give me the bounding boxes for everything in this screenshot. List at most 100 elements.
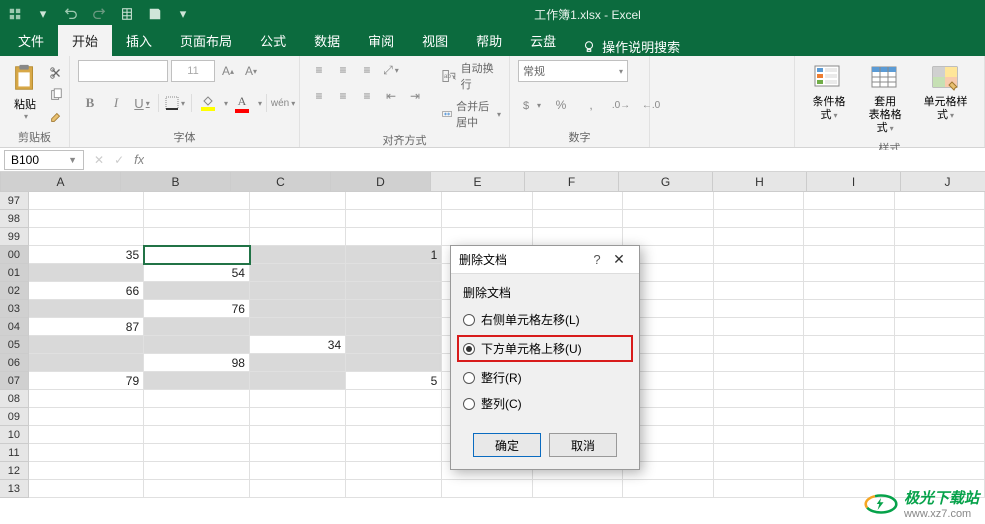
- radio-entire-row[interactable]: 整行(R): [463, 367, 627, 388]
- row-header[interactable]: 06: [0, 354, 29, 372]
- cell[interactable]: [804, 246, 894, 264]
- cell[interactable]: [250, 192, 346, 210]
- align-left-button[interactable]: ≡: [308, 86, 330, 106]
- cell[interactable]: 76: [144, 300, 250, 318]
- cell[interactable]: [250, 318, 346, 336]
- cell[interactable]: 5: [346, 372, 442, 390]
- cell[interactable]: 1: [346, 246, 442, 264]
- row-header[interactable]: 99: [0, 228, 29, 246]
- cell[interactable]: [250, 228, 346, 246]
- cell[interactable]: [250, 426, 346, 444]
- cell[interactable]: [895, 264, 985, 282]
- cell[interactable]: [144, 282, 250, 300]
- tell-me-search[interactable]: 操作说明搜索: [570, 37, 692, 56]
- dialog-help-button[interactable]: ?: [587, 252, 607, 267]
- decrease-indent-button[interactable]: ⇤: [380, 86, 402, 106]
- row-header[interactable]: 09: [0, 408, 29, 426]
- cell[interactable]: [442, 228, 532, 246]
- cell[interactable]: [29, 228, 144, 246]
- cell[interactable]: [29, 264, 144, 282]
- column-header[interactable]: G: [619, 172, 713, 191]
- cell[interactable]: 87: [29, 318, 144, 336]
- font-name-input[interactable]: [78, 60, 168, 82]
- font-size-input[interactable]: [171, 60, 215, 82]
- cell[interactable]: [29, 336, 144, 354]
- cell[interactable]: [346, 228, 442, 246]
- cell[interactable]: [533, 210, 623, 228]
- cell[interactable]: [895, 444, 985, 462]
- cell[interactable]: [29, 462, 144, 480]
- cell[interactable]: [250, 444, 346, 462]
- new-sheet-icon[interactable]: [116, 3, 138, 25]
- cell[interactable]: [144, 318, 250, 336]
- cell[interactable]: [250, 210, 346, 228]
- cell[interactable]: [346, 426, 442, 444]
- cell[interactable]: [623, 480, 713, 498]
- fill-color-button[interactable]: [196, 95, 220, 111]
- cell[interactable]: [144, 192, 250, 210]
- phonetic-button[interactable]: wén▾: [271, 92, 295, 114]
- cell[interactable]: [804, 228, 894, 246]
- tab-formula[interactable]: 公式: [246, 25, 300, 56]
- column-header[interactable]: J: [901, 172, 985, 191]
- cell[interactable]: 66: [29, 282, 144, 300]
- row-header[interactable]: 01: [0, 264, 29, 282]
- align-right-button[interactable]: ≡: [356, 86, 378, 106]
- cell[interactable]: [714, 426, 804, 444]
- column-header[interactable]: I: [807, 172, 901, 191]
- cell[interactable]: [29, 390, 144, 408]
- row-header[interactable]: 05: [0, 336, 29, 354]
- cell[interactable]: [346, 408, 442, 426]
- row-header[interactable]: 13: [0, 480, 29, 498]
- number-format-select[interactable]: 常规 ▾: [518, 60, 628, 82]
- cell[interactable]: [144, 462, 250, 480]
- underline-button[interactable]: U▾: [130, 92, 154, 114]
- cell[interactable]: [623, 210, 713, 228]
- tab-insert[interactable]: 插入: [112, 25, 166, 56]
- cell[interactable]: [714, 246, 804, 264]
- paste-button[interactable]: 粘贴 ▾: [8, 60, 42, 123]
- cell[interactable]: [804, 444, 894, 462]
- radio-entire-col[interactable]: 整列(C): [463, 393, 627, 414]
- tab-help[interactable]: 帮助: [462, 25, 516, 56]
- cell[interactable]: [804, 264, 894, 282]
- cell[interactable]: [442, 192, 532, 210]
- cell[interactable]: [144, 210, 250, 228]
- cell[interactable]: [804, 408, 894, 426]
- chevron-down-icon[interactable]: ▾: [32, 3, 54, 25]
- cell[interactable]: [895, 390, 985, 408]
- cell[interactable]: [804, 336, 894, 354]
- cell[interactable]: 54: [144, 264, 250, 282]
- row-header[interactable]: 07: [0, 372, 29, 390]
- cell[interactable]: [250, 408, 346, 426]
- column-header[interactable]: H: [713, 172, 807, 191]
- cell[interactable]: [250, 264, 346, 282]
- app-menu-icon[interactable]: [4, 3, 26, 25]
- tab-home[interactable]: 开始: [58, 25, 112, 56]
- save-icon[interactable]: [144, 3, 166, 25]
- cell[interactable]: [714, 372, 804, 390]
- radio-shift-up[interactable]: 下方单元格上移(U): [457, 335, 633, 362]
- redo-icon[interactable]: [88, 3, 110, 25]
- fx-button[interactable]: fx: [134, 152, 144, 167]
- cell[interactable]: [714, 192, 804, 210]
- tab-cloud[interactable]: 云盘: [516, 25, 570, 56]
- cell[interactable]: 34: [250, 336, 346, 354]
- cell[interactable]: [623, 228, 713, 246]
- cell[interactable]: [29, 426, 144, 444]
- percent-button[interactable]: %: [548, 94, 574, 116]
- name-box[interactable]: B100 ▼: [4, 150, 84, 170]
- cell-styles-button[interactable]: 单元格样式▾: [915, 60, 976, 124]
- border-button[interactable]: ▾: [163, 92, 187, 114]
- cell[interactable]: [144, 228, 250, 246]
- cell[interactable]: [714, 444, 804, 462]
- cell[interactable]: [895, 192, 985, 210]
- cell[interactable]: [442, 480, 532, 498]
- cell[interactable]: [895, 426, 985, 444]
- currency-button[interactable]: $▾: [518, 94, 544, 116]
- cell[interactable]: [895, 462, 985, 480]
- cell[interactable]: [895, 408, 985, 426]
- row-header[interactable]: 08: [0, 390, 29, 408]
- column-header[interactable]: D: [331, 172, 431, 191]
- align-center-button[interactable]: ≡: [332, 86, 354, 106]
